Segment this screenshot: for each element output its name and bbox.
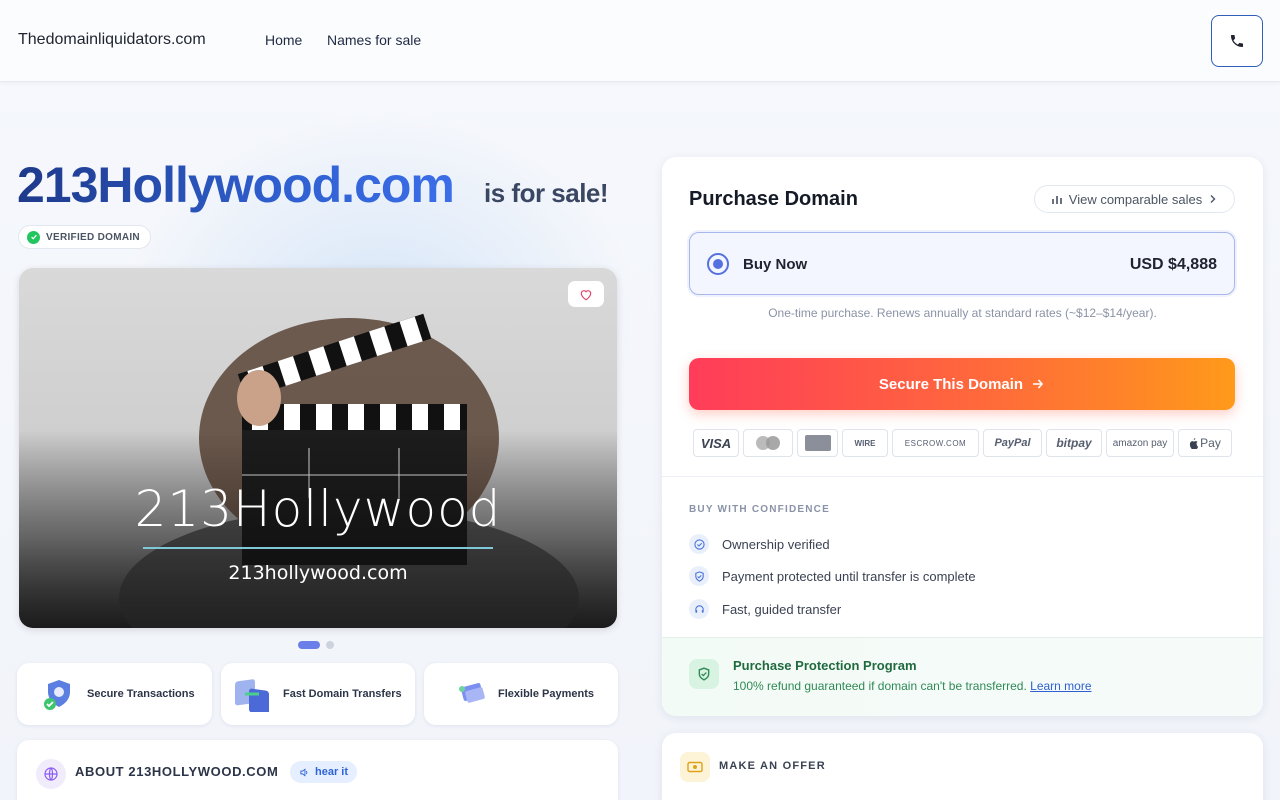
buy-now-option[interactable]: Buy Now USD $4,888 (689, 232, 1235, 295)
make-offer-section: MAKE AN OFFER (662, 733, 1263, 800)
bar-chart-icon (1051, 196, 1062, 204)
buy-now-label: Buy Now (743, 256, 808, 273)
payment-card-icon (459, 683, 485, 703)
renewal-note: One-time purchase. Renews annually at st… (768, 306, 1157, 320)
check-circle-icon (27, 230, 40, 244)
speaker-icon (300, 767, 308, 777)
shield-check-icon (689, 659, 719, 689)
make-offer-title: MAKE AN OFFER (719, 760, 826, 772)
headset-icon (689, 599, 709, 619)
confidence-label: Payment protected until transfer is comp… (722, 568, 976, 584)
heart-icon (580, 289, 592, 300)
buy-now-price: USD $4,888 (1129, 256, 1217, 273)
favorite-button[interactable] (568, 281, 604, 307)
hear-it-label: hear it (315, 766, 349, 778)
domain-title: 213Hollywood.com (17, 157, 455, 213)
purchase-title: Purchase Domain (689, 188, 858, 210)
protection-description: 100% refund guaranteed if domain can't b… (733, 679, 1027, 693)
money-icon (680, 752, 710, 782)
confidence-item: Fast, guided transfer (689, 599, 841, 619)
feature-label: Fast Domain Transfers (283, 688, 402, 700)
learn-more-link[interactable]: Learn more (1030, 679, 1091, 693)
for-sale-label: is for sale! (484, 178, 609, 208)
hero-wordmark: 213Hollywood (134, 480, 502, 538)
carousel-dot-2[interactable] (326, 641, 334, 649)
arrow-right-icon (1033, 379, 1044, 389)
feature-fast-transfers: Fast Domain Transfers (221, 663, 415, 725)
verified-badge-label: VERIFIED DOMAIN (46, 231, 140, 243)
escrow-logo: ESCROW.COM (892, 429, 979, 457)
carousel-dot-1[interactable] (298, 641, 320, 649)
confidence-label: Fast, guided transfer (722, 601, 842, 617)
brand-name[interactable]: Thedomainliquidators.com (18, 31, 206, 49)
nav-names-for-sale[interactable]: Names for sale (327, 32, 421, 48)
transfer-icon (235, 679, 269, 712)
payment-methods: VISA WIRE ESCROW.COM PayPal bitpay amazo… (693, 429, 1232, 457)
protection-program: Purchase Protection Program 100% refund … (662, 637, 1263, 716)
secure-domain-button[interactable]: Secure This Domain (689, 358, 1235, 410)
feature-label: Flexible Payments (498, 688, 594, 700)
confidence-item: Payment protected until transfer is comp… (689, 566, 976, 586)
cta-label: Secure This Domain (878, 375, 1024, 393)
feature-secure-transactions: Secure Transactions (17, 663, 212, 725)
confidence-label: Ownership verified (722, 536, 830, 552)
hero-subtitle: 213hollywood.com (228, 562, 408, 584)
apple-pay-logo: Pay (1178, 429, 1232, 457)
paypal-logo: PayPal (983, 429, 1042, 457)
purchase-panel: Purchase Domain View comparable sales Bu… (662, 157, 1263, 716)
domain-hero-image: 213Hollywood 213hollywood.com (19, 268, 617, 628)
carousel-dots (298, 641, 334, 649)
bitpay-logo: bitpay (1046, 429, 1102, 457)
apple-pay-text: Pay (1200, 436, 1221, 450)
verified-badge: VERIFIED DOMAIN (18, 225, 151, 249)
visa-logo: VISA (693, 429, 739, 457)
wire-logo: WIRE (842, 429, 888, 457)
confidence-title: BUY WITH CONFIDENCE (689, 504, 830, 515)
amex-logo (797, 429, 838, 457)
feature-label: Secure Transactions (87, 688, 195, 700)
confidence-item: Ownership verified (689, 534, 830, 554)
site-header: Thedomainliquidators.com Home Names for … (0, 0, 1280, 82)
about-section: ABOUT 213HOLLYWOOD.COM hear it (17, 740, 618, 800)
feature-flexible-payments: Flexible Payments (424, 663, 618, 725)
chevron-right-icon (1210, 195, 1216, 203)
hear-it-button[interactable]: hear it (290, 761, 358, 783)
amazon-pay-logo: amazon pay (1106, 429, 1174, 457)
mastercard-logo (743, 429, 793, 457)
phone-button[interactable] (1211, 15, 1263, 67)
view-comparable-sales-button[interactable]: View comparable sales (1034, 185, 1235, 213)
globe-icon (36, 759, 66, 789)
about-title: ABOUT 213HOLLYWOOD.COM (75, 764, 279, 779)
nav-home[interactable]: Home (265, 32, 302, 48)
phone-icon (1231, 35, 1243, 47)
wordmark-underline (143, 547, 493, 549)
protection-title: Purchase Protection Program (733, 658, 917, 673)
shield-icon (689, 566, 709, 586)
buy-now-radio[interactable] (707, 253, 729, 275)
comparable-label: View comparable sales (1068, 191, 1203, 207)
protection-text: 100% refund guaranteed if domain can't b… (733, 679, 1092, 693)
shield-check-icon (44, 680, 70, 710)
panel-divider (662, 476, 1263, 477)
badge-check-icon (689, 534, 709, 554)
